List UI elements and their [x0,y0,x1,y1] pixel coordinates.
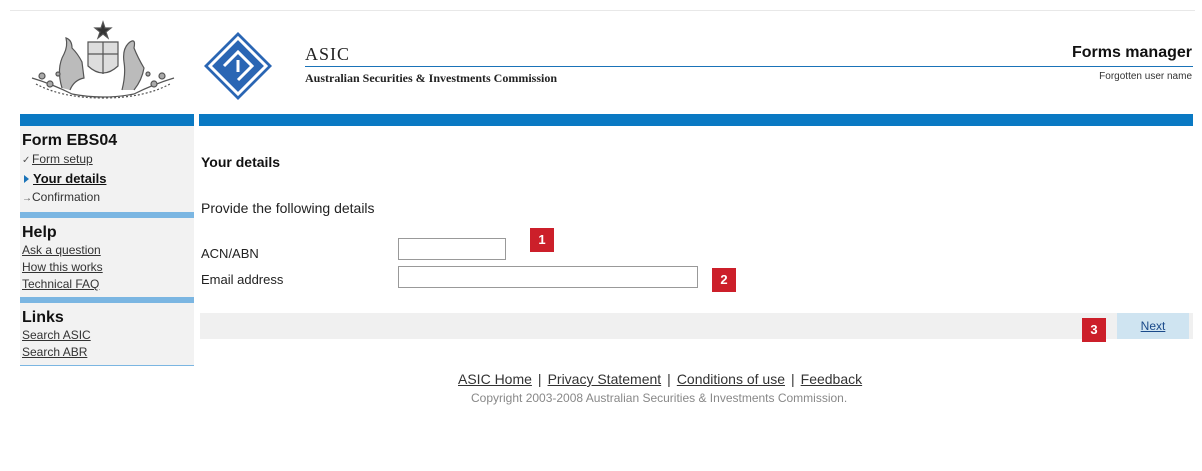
app-title: Forms manager [1071,44,1192,61]
step-form-setup[interactable]: ✓ Form setup [22,150,194,170]
email-field[interactable] [398,266,698,288]
callout-badge-3: 3 [1082,318,1106,342]
footer-asic-home-link[interactable]: ASIC Home [458,371,532,387]
email-label: Email address [201,272,284,287]
links-block: Links Search ASIC Search ABR [20,303,194,366]
header-rule [305,66,1193,67]
arrow-right-icon: → [22,193,32,204]
coat-of-arms-icon [31,20,175,99]
how-this-works-link[interactable]: How this works [22,259,194,276]
page: ASIC Australian Securities & Investments… [0,0,1202,471]
intro-text: Provide the following details [201,200,375,216]
form-heading: Form EBS04 [22,132,118,149]
callout-badge-2: 2 [712,268,736,292]
step-your-details[interactable]: Your details [22,170,194,188]
ask-question-link[interactable]: Ask a question [22,242,194,259]
footer-separator: | [791,371,795,387]
page-title: Your details [201,154,281,170]
links-heading: Links [22,309,64,326]
step-confirmation: →Confirmation [22,188,194,208]
sidebar: Form EBS04 ✓ Form setup Your details →Con… [20,126,194,366]
help-heading: Help [22,224,57,241]
footer-links: ASIC Home | Privacy Statement | Conditions o… [458,371,862,387]
current-step-arrow-icon [24,175,29,184]
org-short-name: ASIC [305,44,351,64]
footer-feedback-link[interactable]: Feedback [801,371,862,387]
step-your-details-label: Your details [33,171,107,186]
copyright-text: Copyright 2003-2008 Australian Securitie… [471,391,848,405]
technical-faq-link[interactable]: Technical FAQ [22,276,194,293]
main-top-bar [199,114,1193,126]
search-asic-link[interactable]: Search ASIC [22,327,194,344]
next-button[interactable]: Next [1117,313,1189,339]
step-form-setup-link[interactable]: Form setup [32,152,93,166]
acn-abn-label: ACN/ABN [201,246,259,261]
org-full-name: Australian Securities & Investments Comm… [305,71,557,85]
footer-privacy-link[interactable]: Privacy Statement [548,371,662,387]
step-confirmation-label: Confirmation [32,190,101,204]
footer-conditions-link[interactable]: Conditions of use [677,371,785,387]
callout-badge-1: 1 [530,228,554,252]
forgotten-user-name-link[interactable]: Forgotten user name [1099,71,1192,82]
asic-diamond-logo-icon [204,32,272,100]
footer-separator: | [537,371,542,387]
action-bar [200,313,1193,339]
sidebar-top-bar [20,114,194,126]
search-abr-link[interactable]: Search ABR [22,344,194,361]
footer-separator: | [667,371,671,387]
form-steps-block: Form EBS04 ✓ Form setup Your details →Con… [20,126,194,212]
top-divider [10,10,1195,11]
checkmark-icon: ✓ [22,155,31,166]
acn-abn-field[interactable] [398,238,506,260]
help-block: Help Ask a question How this works Techn… [20,218,194,297]
